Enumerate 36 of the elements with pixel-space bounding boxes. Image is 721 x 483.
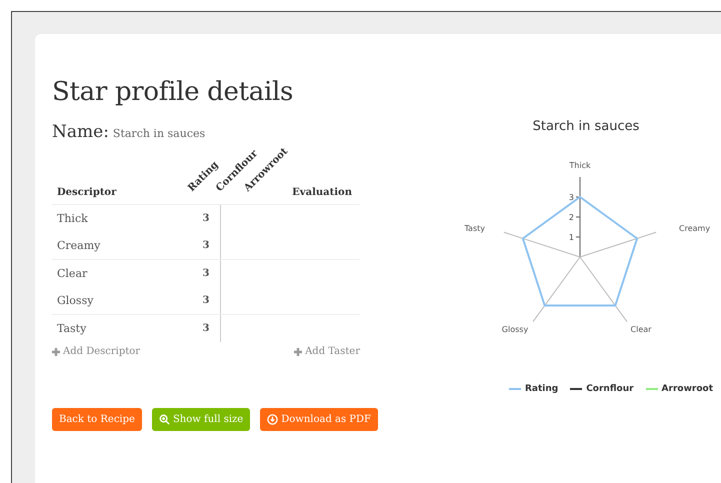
action-button[interactable]: Show full size [152, 408, 250, 431]
rating-value: 3 [202, 240, 210, 251]
chart-title: Starch in sauces [532, 119, 640, 134]
plus-icon [294, 348, 302, 356]
legend-label[interactable]: Rating [524, 384, 558, 394]
download-icon [267, 414, 278, 425]
axis-label: Creamy [679, 224, 710, 233]
add-descriptor-link[interactable]: Add Descriptor [52, 346, 140, 357]
rating-value: 3 [202, 295, 210, 306]
name-label: Name: [52, 122, 109, 142]
rating-value: 3 [202, 268, 210, 279]
tick-label: 3 [568, 193, 574, 202]
descriptor-text: Thick [57, 212, 88, 225]
axis-label: Glossy [502, 325, 528, 334]
axis-label: Tasty [464, 224, 485, 233]
action-button[interactable]: Download as PDF [260, 408, 378, 431]
descriptor-text: Tasty [57, 322, 86, 335]
name-value: Starch in sauces [112, 127, 206, 140]
legend-label[interactable]: Cornflour [586, 384, 634, 394]
add-taster-link[interactable]: Add Taster [294, 346, 360, 357]
rating-value: 3 [202, 323, 210, 334]
plus-icon [52, 348, 60, 356]
descriptor-text: Clear [57, 267, 88, 280]
tick-label: 2 [568, 213, 574, 222]
descriptor-text: Glossy [57, 294, 94, 307]
tick-label: 1 [568, 233, 574, 242]
legend-label[interactable]: Arrowroot [662, 384, 713, 394]
axis-label: Clear [630, 325, 652, 334]
rating-value: 3 [202, 213, 210, 224]
zoom-icon [158, 414, 170, 425]
descriptor-text: Creamy [57, 239, 100, 252]
action-button[interactable]: Back to Recipe [52, 408, 142, 431]
page-title: Star profile details [52, 76, 294, 108]
axis-label: Thick [569, 161, 591, 170]
column-header: Evaluation [292, 187, 352, 198]
column-header: Descriptor [57, 187, 116, 198]
